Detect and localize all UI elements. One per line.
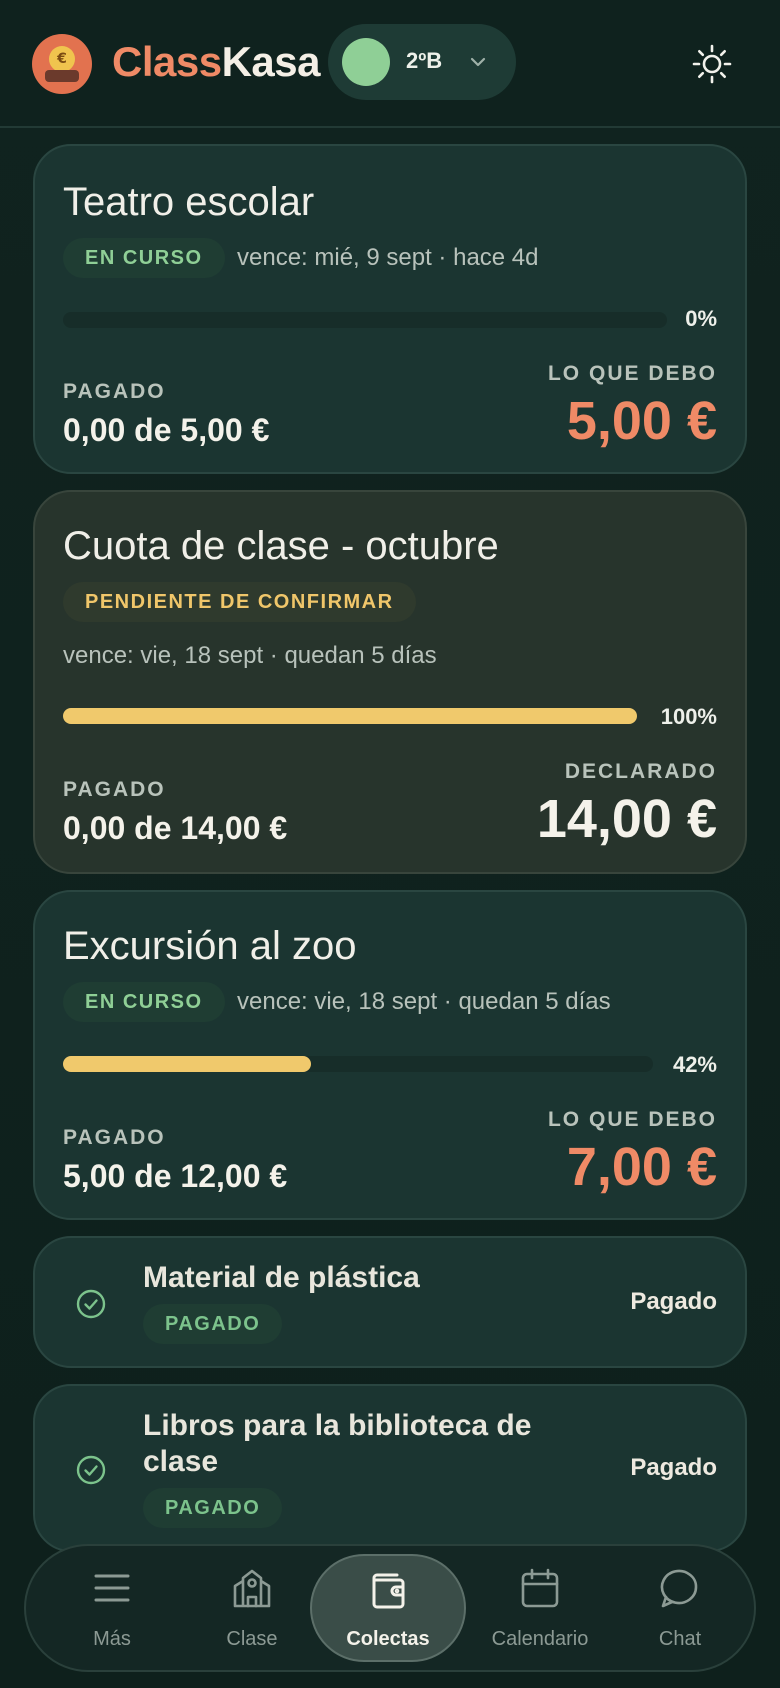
item-status: Pagado bbox=[630, 1454, 717, 1481]
progress-bar bbox=[63, 312, 667, 328]
due-date: vence: vie, 18 sept · quedan 5 días bbox=[63, 642, 437, 669]
status-badge: PAGADO bbox=[143, 1488, 283, 1528]
collection-card[interactable]: Excursión al zoo EN CURSO vence: vie, 18… bbox=[33, 890, 747, 1220]
paid-value: 0,00 de 5,00 € bbox=[63, 412, 270, 448]
coin-euro-icon: € bbox=[32, 34, 92, 94]
collection-card[interactable]: Teatro escolar EN CURSO vence: mié, 9 se… bbox=[33, 144, 747, 474]
collection-title: Cuota de clase - octubre bbox=[63, 524, 499, 568]
top-bar: € ClassKasa 2ºB bbox=[0, 0, 780, 128]
paid-collection-item[interactable]: Material de plástica PAGADO Pagado bbox=[33, 1236, 747, 1368]
brand-part-1: Class bbox=[112, 38, 222, 85]
progress-percent: 0% bbox=[685, 306, 717, 331]
due-date: vence: mié, 9 sept · hace 4d bbox=[237, 244, 539, 271]
progress-percent: 42% bbox=[672, 1052, 717, 1077]
declared-label: DECLARADO bbox=[564, 760, 717, 783]
status-badge: PAGADO bbox=[143, 1304, 283, 1344]
owed-amount: 5,00 € bbox=[566, 391, 717, 451]
progress-bar bbox=[63, 708, 637, 724]
item-title: Libros para la biblioteca de clase bbox=[143, 1409, 532, 1478]
app: € ClassKasa 2ºB Teatro escolar EN CURSO … bbox=[0, 0, 780, 1688]
progress-fill bbox=[63, 1056, 311, 1072]
chat-bubble-icon bbox=[660, 1569, 698, 1608]
collection-card[interactable]: Cuota de clase - octubre PENDIENTE DE CO… bbox=[33, 490, 747, 874]
menu-icon bbox=[94, 1574, 130, 1602]
owed-label: LO QUE DEBO bbox=[547, 362, 717, 385]
owed-amount: 7,00 € bbox=[566, 1137, 717, 1197]
wallet-icon bbox=[372, 1573, 405, 1609]
item-status: Pagado bbox=[630, 1288, 717, 1315]
nav-item-colectas[interactable]: Colectas bbox=[310, 1554, 466, 1662]
collection-title: Teatro escolar bbox=[63, 180, 315, 224]
status-badge: EN CURSO bbox=[63, 982, 225, 1022]
progress-percent: 100% bbox=[660, 704, 717, 729]
nav-item-clase[interactable]: Clase bbox=[182, 1546, 322, 1670]
progress-fill bbox=[63, 708, 637, 724]
nav-item-calendario[interactable]: Calendario bbox=[470, 1546, 610, 1670]
due-date: vence: vie, 18 sept · quedan 5 días bbox=[237, 988, 611, 1015]
paid-value: 0,00 de 14,00 € bbox=[63, 810, 288, 846]
nav-label: Colectas bbox=[346, 1628, 430, 1650]
brand-part-2: Kasa bbox=[221, 38, 321, 85]
bottom-navigation: Más Clase Colectas Calendario Chat bbox=[24, 1544, 756, 1672]
check-circle-icon bbox=[76, 1289, 106, 1319]
paid-value: 5,00 de 12,00 € bbox=[63, 1158, 288, 1194]
declared-amount: 14,00 € bbox=[536, 789, 717, 849]
status-badge: PENDIENTE DE CONFIRMAR bbox=[63, 582, 416, 622]
collection-title: Excursión al zoo bbox=[63, 924, 357, 968]
progress-bar bbox=[63, 1056, 653, 1072]
class-name: 2ºB bbox=[406, 48, 443, 73]
nav-label: Clase bbox=[226, 1628, 278, 1650]
app-logo-text: ClassKasa bbox=[112, 38, 320, 86]
calendar-icon bbox=[521, 1568, 559, 1608]
paid-collection-item[interactable]: Libros para la biblioteca de clase PAGAD… bbox=[33, 1384, 747, 1552]
nav-label: Más bbox=[93, 1628, 131, 1650]
nav-item-chat[interactable]: Chat bbox=[610, 1546, 750, 1670]
paid-label: PAGADO bbox=[63, 1126, 166, 1149]
nav-label: Calendario bbox=[491, 1628, 589, 1650]
paid-label: PAGADO bbox=[63, 778, 166, 801]
class-selector[interactable]: 2ºB bbox=[328, 24, 516, 100]
item-title: Material de plástica bbox=[143, 1261, 420, 1294]
check-circle-icon bbox=[76, 1455, 106, 1485]
owed-label: LO QUE DEBO bbox=[547, 1108, 717, 1131]
chevron-down-icon bbox=[470, 57, 486, 67]
sun-icon[interactable] bbox=[690, 42, 734, 86]
nav-item-mas[interactable]: Más bbox=[42, 1546, 182, 1670]
nav-label: Chat bbox=[658, 1628, 702, 1650]
class-avatar bbox=[342, 38, 390, 86]
status-badge: EN CURSO bbox=[63, 238, 225, 278]
school-icon bbox=[233, 1569, 271, 1608]
paid-label: PAGADO bbox=[63, 380, 166, 403]
